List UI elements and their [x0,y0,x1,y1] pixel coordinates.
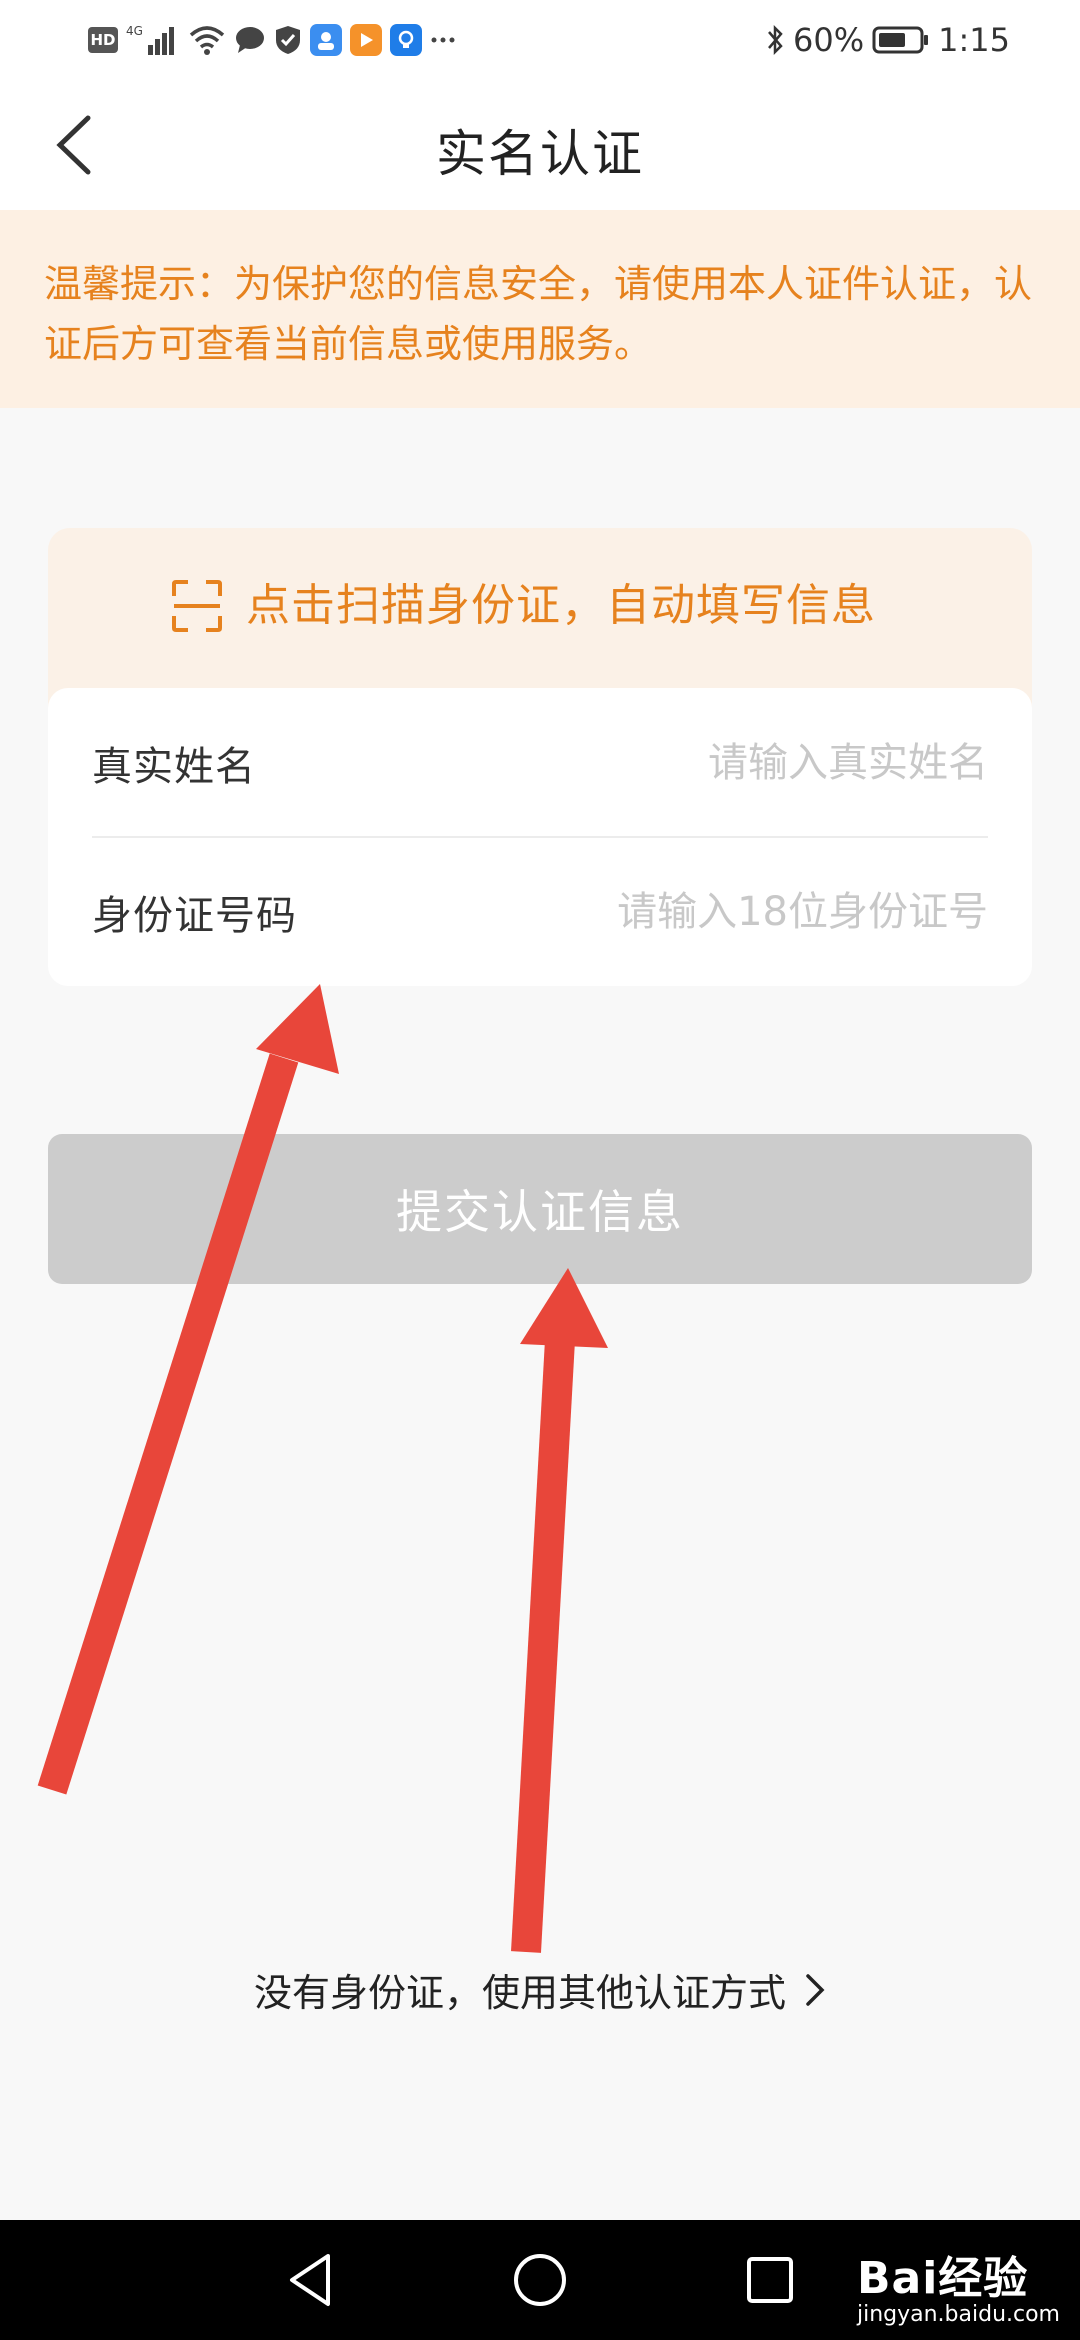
signal-icon: 4G [126,23,180,57]
page-title: 实名认证 [436,125,644,183]
network-type: 4G [126,24,143,38]
name-input[interactable] [468,740,988,786]
bulb-app-icon [390,24,422,56]
contact-app-icon [310,24,342,56]
scan-content: 点击扫描身份证，自动填写信息 [170,578,876,688]
clock: 1:15 [938,21,1010,59]
system-nav-bar: Bai经验 jingyan.baidu.com [0,2220,1080,2340]
alt-auth-link[interactable]: 没有身份证，使用其他认证方式 [0,1962,1080,2017]
submit-button[interactable]: 提交认证信息 [48,1134,1032,1284]
name-label: 真实姓名 [92,744,256,790]
battery-percent: 60% [793,21,865,59]
form-fields: 真实姓名 身份证号码 [48,688,1032,986]
nav-home-button[interactable] [510,2250,570,2310]
wifi-icon [188,24,226,56]
shield-icon [274,24,302,56]
message-icon [234,25,266,55]
alt-auth-label: 没有身份证，使用其他认证方式 [253,1971,786,2015]
hd-badge: HD [88,27,118,53]
more-icon [430,35,456,45]
nav-back-button[interactable] [280,2250,340,2310]
battery-icon [872,25,930,55]
id-card-form: 点击扫描身份证，自动填写信息 真实姓名 身份证号码 [48,528,1032,986]
status-icons-right: 60% 1:15 [765,18,1010,62]
annotation-arrow-center [511,1268,608,1953]
id-number-row: 身份证号码 [92,838,988,986]
name-row: 真实姓名 [92,688,988,838]
notice-banner: 温馨提示：为保护您的信息安全，请使用本人证件认证，认证后方可查看当前信息或使用服… [0,210,1080,408]
scan-frame-icon [172,580,222,632]
app-header: 实名认证 [0,80,1080,210]
bluetooth-icon [765,23,785,57]
watermark-url: jingyan.baidu.com [856,2302,1060,2327]
circle-home-icon [514,2254,566,2306]
status-bar: HD 4G 60% 1:15 [0,0,1080,80]
id-number-label: 身份证号码 [92,893,297,939]
status-icons-left: HD 4G [88,18,456,62]
square-recents-icon [747,2257,793,2303]
scan-label: 点击扫描身份证，自动填写信息 [246,580,876,631]
chevron-right-icon [806,1973,825,2006]
baidu-jingyan-watermark: Bai经验 jingyan.baidu.com [857,2242,1060,2327]
video-app-icon [350,24,382,56]
annotation-arrow-left [37,984,339,1795]
id-number-input[interactable] [468,889,988,935]
nav-recents-button[interactable] [740,2250,800,2310]
triangle-back-icon [290,2254,330,2306]
watermark-logo: Bai经验 [856,2253,1029,2304]
